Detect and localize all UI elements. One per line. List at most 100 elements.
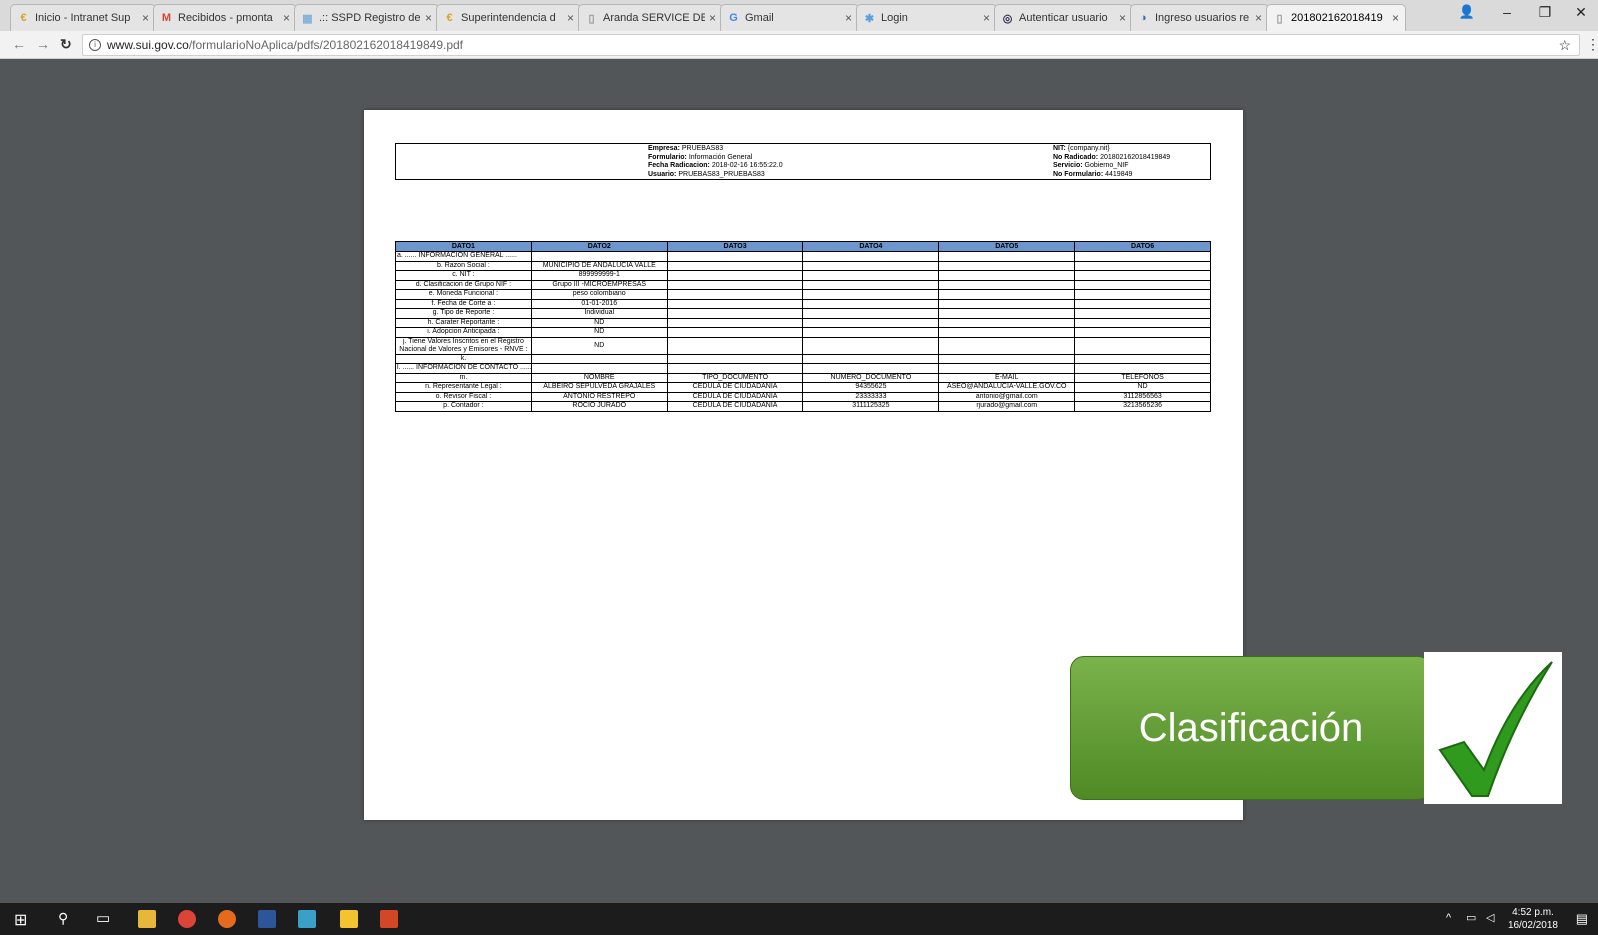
info-icon[interactable]: i [89,39,101,51]
table-cell: p. Contador : [395,401,532,412]
tab-close-icon[interactable]: × [1255,11,1262,25]
notifications-icon[interactable]: ▤ [1576,911,1588,927]
windows-start-icon[interactable]: ⊞ [14,910,27,930]
table-cell [802,270,940,281]
browser-tab[interactable]: ◎ Autenticar usuario × [994,4,1133,31]
clock-date: 16/02/2018 [1507,920,1558,931]
restore-button[interactable]: ❐ [1530,4,1560,21]
tab-favicon-icon: M [161,12,172,24]
tab-close-icon[interactable]: × [283,11,290,25]
table-cell [1074,289,1211,300]
table-row: p. Contador : ROCIO JURADO CEDULA DE CIUDA… [395,401,1211,412]
tab-close-icon[interactable]: × [142,11,149,25]
table-cell [802,363,940,374]
tray-chevron-icon[interactable]: ^ [1446,912,1451,924]
table-row: l. ...... INFORMACION DE CONTACTO ...... [395,363,1211,374]
tab-favicon-icon: ▯ [1276,12,1283,25]
table-cell [530,363,668,374]
browser-tab[interactable]: ◑ Ingreso usuarios re × [1130,4,1269,31]
empresa-value: PRUEBAS83 [681,145,724,152]
fecha-label: Fecha Radicacion: [648,162,710,169]
tab-close-icon[interactable]: × [1392,11,1399,25]
radicado-label: No Radicado: [1053,153,1099,161]
table-cell [666,279,804,290]
file-explorer-icon[interactable] [138,910,156,928]
back-icon[interactable]: ← [12,36,26,52]
tab-close-icon[interactable]: × [1119,11,1126,25]
table-cell [666,363,804,374]
table-cell [666,317,804,328]
table-cell: g. Tipo de Reporte : [395,308,532,319]
app-icon[interactable] [298,910,316,928]
table-cell: m. [395,372,532,383]
powerpoint-icon[interactable] [380,910,398,928]
browser-tab[interactable]: ▦ .:: SSPD Registro de × [294,4,439,31]
table-cell: ALBEIRO SEPULVEDA GRAJALES [530,382,668,393]
formulario-label: Formulario: [648,153,687,161]
tab-close-icon[interactable]: × [567,11,574,25]
profile-icon[interactable]: 👤 [1452,4,1482,20]
browser-tab[interactable]: € Inicio - Intranet Sup × [10,4,156,31]
address-bar[interactable]: i www.sui.gov.co/formularioNoAplica/pdfs… [82,34,1580,56]
browser-tab[interactable]: ✱ Login × [856,4,997,31]
report-header: Empresa: PRUEBAS83 Formulario: Informaci… [395,143,1211,180]
table-cell [802,260,940,271]
browser-tab[interactable]: G Gmail × [720,4,859,31]
table-cell [802,317,940,328]
table-row: g. Tipo de Reporte : Individual [395,308,1211,319]
tab-favicon-icon: ▯ [588,12,595,25]
table-cell [666,353,804,364]
radicado-value: 201802162018419849 [1100,153,1171,161]
tab-close-icon[interactable]: × [709,11,716,25]
table-cell: ND [530,336,668,355]
tab-close-icon[interactable]: × [425,11,432,25]
table-cell [1074,327,1211,338]
table-cell [666,327,804,338]
no-formulario-label: No Formulario: [1053,170,1104,178]
system-clock[interactable]: 4:52 p.m. 16/02/2018 [1508,906,1558,932]
table-cell: 01-01-2016 [530,298,668,309]
column-header: DATO6 [1074,241,1211,252]
table-cell: peso colombiano [530,289,668,300]
table-cell: ANTONIO RESTREPO [530,391,668,402]
browser-tab[interactable]: M Recibidos - pmonta × [153,4,297,31]
tab-label: .:: SSPD Registro de [319,12,421,24]
table-cell: j. Tiene Valores Inscritos en el Registr… [395,336,532,355]
tab-label: 201802162018419 [1291,12,1383,24]
table-row: b. Razon Social : MUNICIPIO DE ANDALUCIA … [395,260,1211,271]
table-cell [938,327,1076,338]
sticky-notes-icon[interactable] [340,910,358,928]
browser-tab[interactable]: ▯ Aranda SERVICE DE × [578,4,723,31]
servicio-label: Servicio: [1053,162,1083,169]
tab-favicon-icon: ◎ [1002,12,1013,25]
firefox-icon[interactable] [218,910,236,928]
browser-tab[interactable]: € Superintendencia d × [436,4,581,31]
word-icon[interactable] [258,910,276,928]
formulario-value: Información General [688,153,753,161]
reload-icon[interactable]: ↻ [60,36,72,53]
chrome-icon[interactable] [178,910,196,928]
close-window-button[interactable]: ✕ [1566,4,1596,21]
minimize-button[interactable]: – [1492,4,1522,20]
table-cell: ND [530,317,668,328]
browser-tab-bar: € Inicio - Intranet Sup × M Recibidos - pmon… [0,0,1598,31]
table-cell: E-MAIL [938,372,1076,383]
table-cell [1074,270,1211,281]
bookmark-star-icon[interactable]: ☆ [1558,37,1571,54]
menu-icon[interactable]: ⋮ [1586,36,1598,53]
table-header-row: DATO1 DATO2 DATO3 DATO4 DATO5 DATO6 [395,241,1211,252]
table-cell [1074,251,1211,262]
task-view-icon[interactable]: ▭ [96,909,110,927]
table-cell: antonio@gmail.com [938,391,1076,402]
table-cell [938,270,1076,281]
table-cell [1074,353,1211,364]
tab-close-icon[interactable]: × [845,11,852,25]
network-icon[interactable]: ▭ [1466,911,1476,924]
browser-tab[interactable]: ▯ 201802162018419 × [1266,4,1406,31]
table-row: n. Representante Legal : ALBEIRO SEPULVED… [395,382,1211,393]
tab-close-icon[interactable]: × [983,11,990,25]
forward-icon[interactable]: → [36,36,50,52]
volume-icon[interactable]: ◁ [1486,911,1494,924]
search-icon[interactable]: ⚲ [58,910,68,927]
column-header: DATO3 [666,241,804,252]
